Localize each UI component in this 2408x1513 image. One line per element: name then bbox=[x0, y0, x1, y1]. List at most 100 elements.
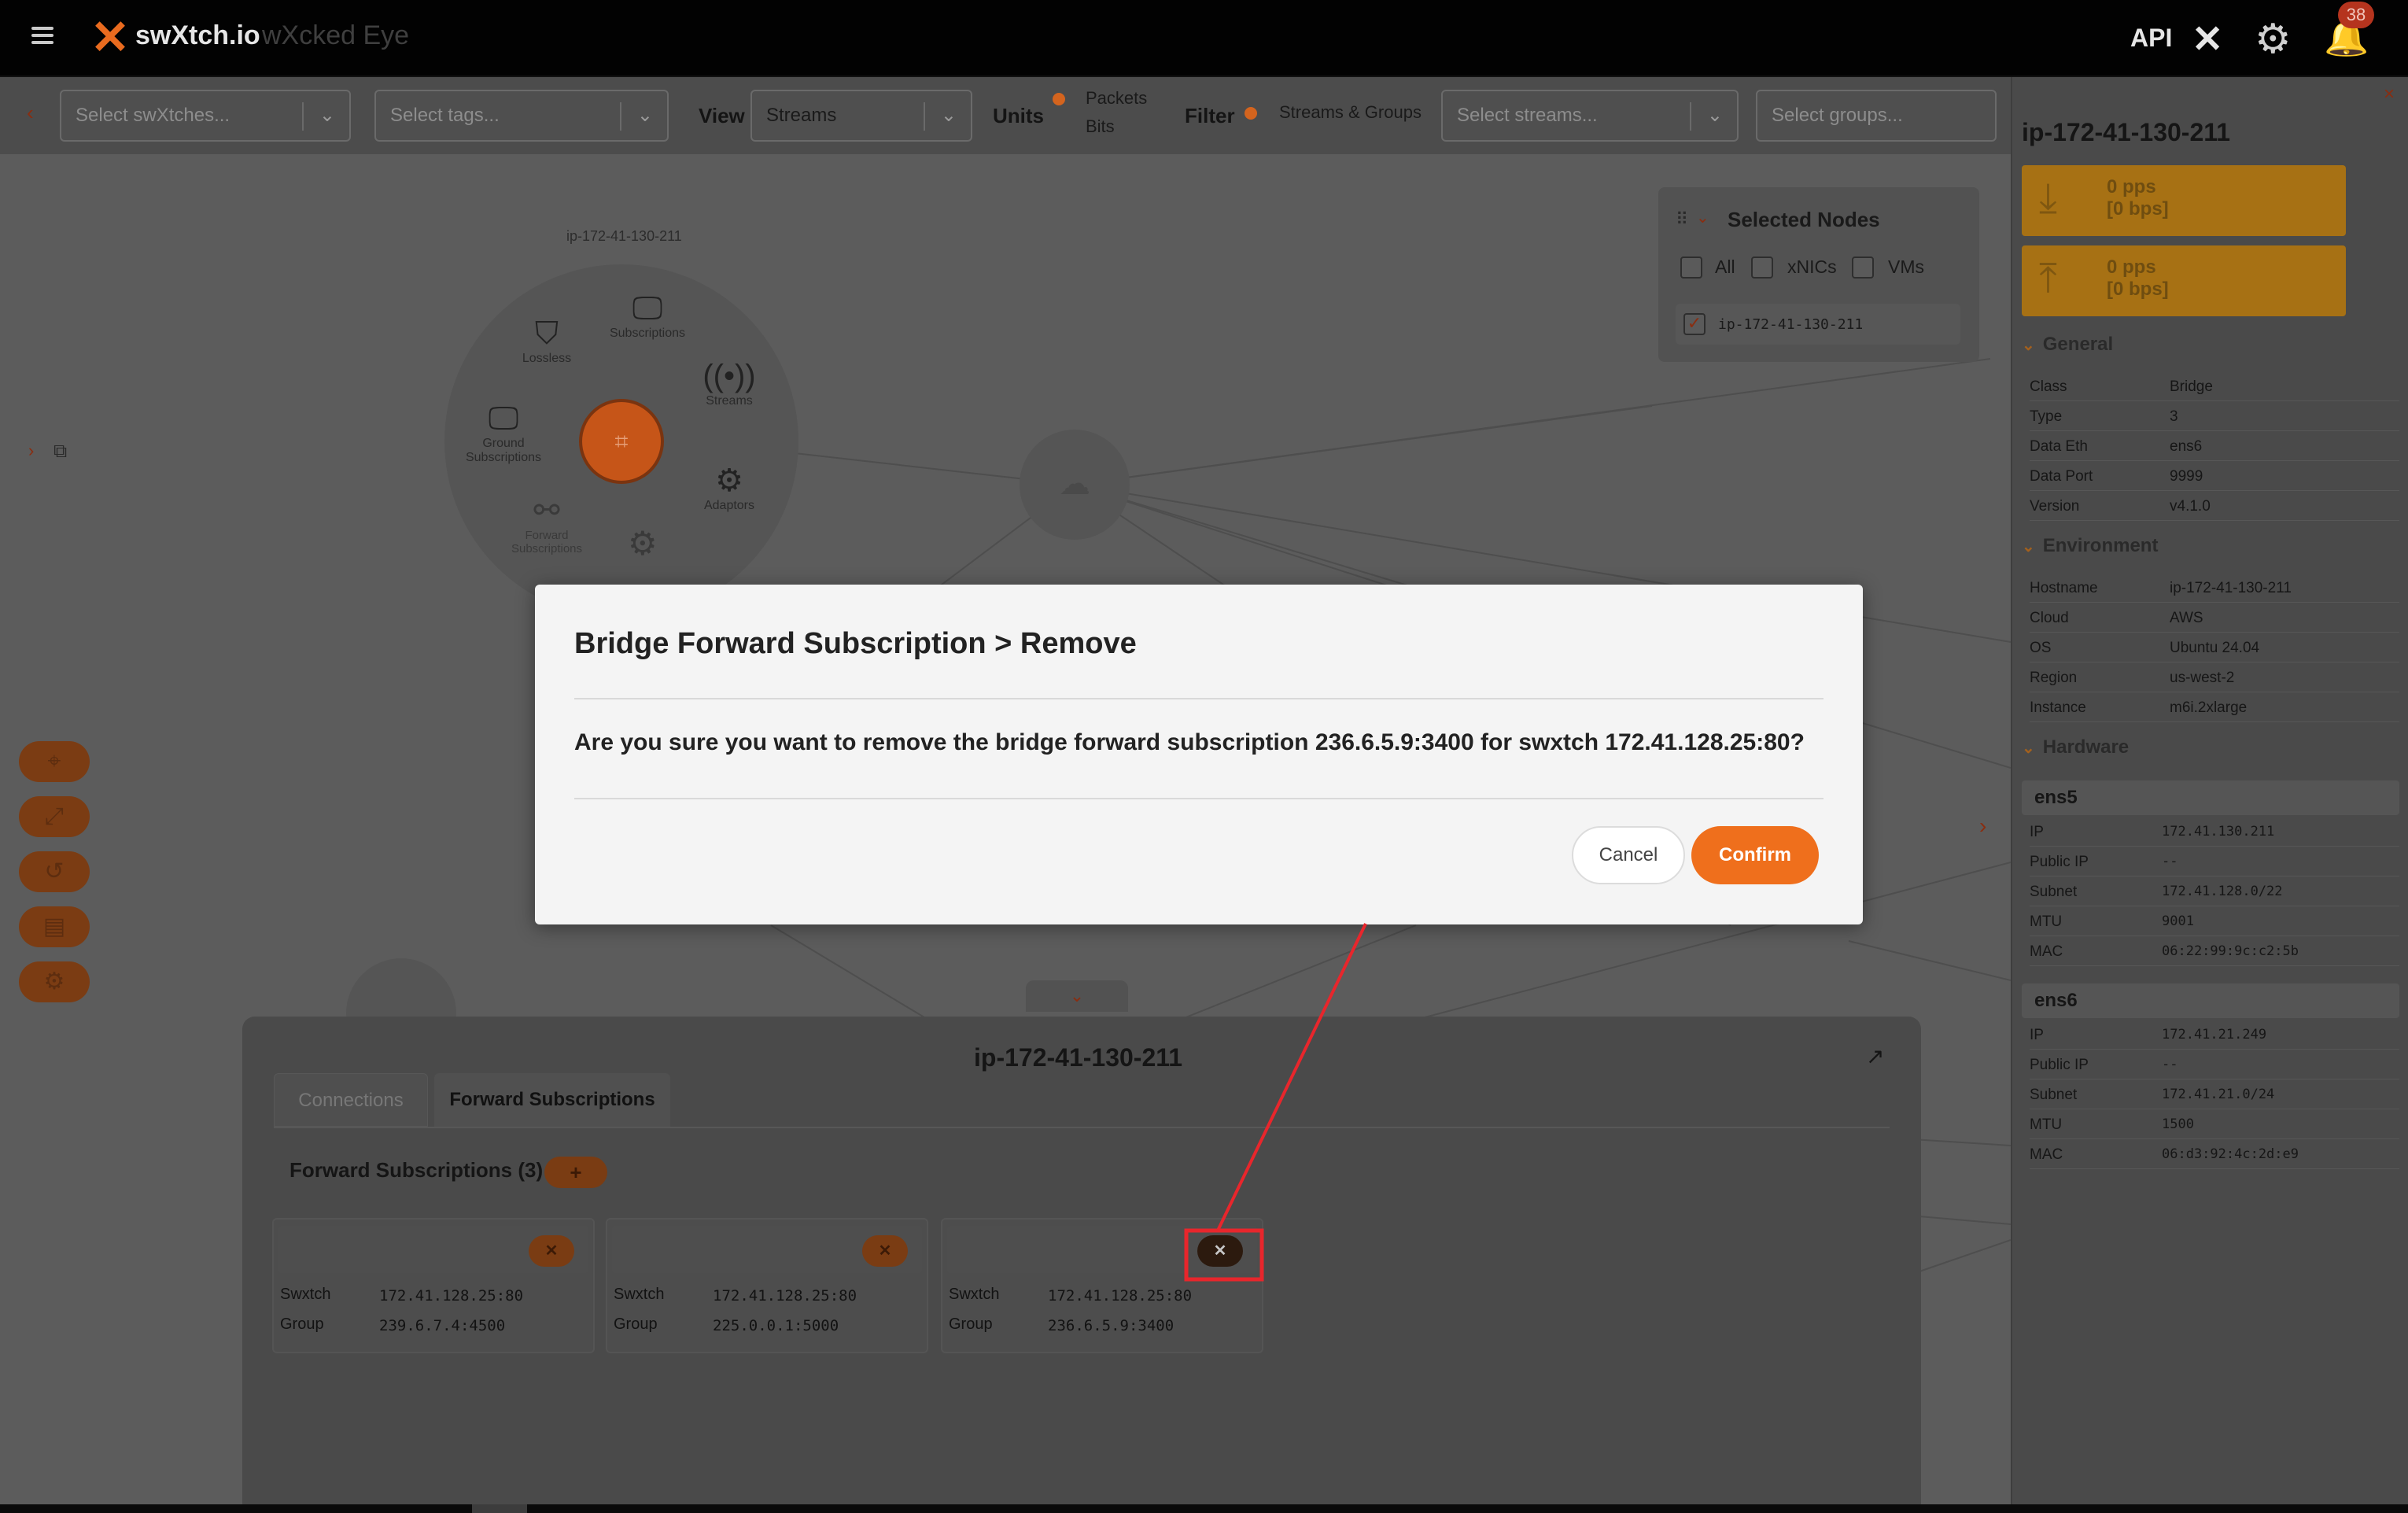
chevron-down-icon: ⌄ bbox=[319, 105, 335, 126]
radial-item-adaptors[interactable]: ⚙ Adaptors bbox=[686, 463, 773, 513]
interface-header-ens6: ens6 bbox=[2022, 983, 2399, 1018]
notes-button[interactable]: ▤ bbox=[19, 906, 90, 947]
card-swxtch-key: Swxtch bbox=[614, 1286, 665, 1303]
kv-value: 172.41.21.0/24 bbox=[2162, 1087, 2275, 1102]
radial-label-adaptors: Adaptors bbox=[703, 499, 755, 512]
kv-key: Subnet bbox=[2030, 1087, 2078, 1103]
swxtch-select[interactable]: Select swXtches... ⌄ bbox=[60, 90, 351, 142]
dialog-divider bbox=[574, 698, 1824, 699]
environment-section-header[interactable]: ⌄ Environment bbox=[2022, 535, 2158, 557]
units-option-packets[interactable]: Packets bbox=[1086, 88, 1147, 109]
target-button[interactable]: ⌖ bbox=[19, 741, 90, 782]
radial-item-lossless[interactable]: ⛉ Lossless bbox=[503, 316, 590, 366]
filter-toolbar: ‹ Select swXtches... ⌄ Select tags... ⌄ … bbox=[0, 77, 2011, 154]
remove-subscription-button[interactable]: ✕ bbox=[529, 1235, 574, 1267]
radial-label-streams: Streams bbox=[706, 394, 753, 408]
close-icon: ✕ bbox=[544, 1242, 559, 1260]
card-swxtch-value: 172.41.128.25:80 bbox=[1048, 1287, 1193, 1305]
radial-label-forward-subscriptions: Forward Subscriptions bbox=[511, 529, 583, 555]
rx-bps: [0 bps] bbox=[2107, 198, 2169, 220]
tab-connections[interactable]: Connections bbox=[274, 1073, 428, 1127]
kv-value: 172.41.128.0/22 bbox=[2162, 884, 2283, 899]
settings-gears-icon[interactable]: ⚙ bbox=[2255, 16, 2292, 63]
fit-view-button[interactable]: ⤢ bbox=[19, 796, 90, 837]
download-icon: ⤓ bbox=[2039, 175, 2057, 221]
drag-handle-icon[interactable]: ⠿ bbox=[1676, 209, 1688, 230]
document-icon: ▤ bbox=[42, 913, 66, 939]
groups-select-placeholder: Select groups... bbox=[1772, 105, 1903, 126]
chevron-down-icon: ⌄ bbox=[2022, 538, 2035, 555]
bottom-scroll-strip bbox=[0, 1504, 2408, 1513]
filter-checkbox-vms[interactable] bbox=[1852, 256, 1874, 279]
expand-right-icon[interactable]: › bbox=[1979, 814, 1986, 839]
units-radio-packets[interactable] bbox=[1053, 93, 1065, 105]
api-button[interactable]: API bbox=[2130, 24, 2172, 53]
selected-node-row[interactable]: ✓ ip-172-41-130-211 bbox=[1676, 304, 1960, 345]
card-group-key: Group bbox=[949, 1316, 993, 1333]
expand-panel-icon[interactable]: ↗ bbox=[1866, 1043, 1884, 1069]
kv-key: MTU bbox=[2030, 913, 2063, 930]
groups-select[interactable]: Select groups... bbox=[1756, 90, 1997, 142]
filter-checkbox-all[interactable] bbox=[1680, 256, 1702, 279]
rx-rate-box: ⤓ 0 pps [0 bps] bbox=[2022, 165, 2346, 236]
crosshair-icon: ⌖ bbox=[47, 748, 61, 774]
collapse-bottom-icon[interactable]: ⌄ bbox=[1026, 980, 1128, 1012]
radial-item-ground-subscriptions[interactable]: 🖵 Ground Subscriptions bbox=[456, 401, 551, 465]
filter-label-xnics: xNICs bbox=[1787, 256, 1837, 277]
broadcast-icon: ((•)) bbox=[702, 359, 756, 393]
copy-icon[interactable]: ⧉ bbox=[53, 441, 67, 463]
notification-badge: 38 bbox=[2338, 2, 2374, 28]
remove-subscription-button[interactable]: ✕ bbox=[862, 1235, 908, 1267]
chevron-down-icon: ⌄ bbox=[2022, 740, 2035, 757]
filter-checkbox-xnics[interactable] bbox=[1751, 256, 1773, 279]
xtch-icon[interactable]: ✕ bbox=[2192, 17, 2223, 61]
expand-icon: ⤢ bbox=[45, 803, 64, 829]
graph-node-label: ip-172-41-130-211 bbox=[566, 228, 682, 244]
kv-key: MTU bbox=[2030, 1116, 2063, 1133]
filter-radio[interactable] bbox=[1245, 107, 1257, 120]
adaptor-icon: ⚙ bbox=[715, 463, 743, 498]
streams-select[interactable]: Select streams... ⌄ bbox=[1441, 90, 1739, 142]
expand-side-icon[interactable]: › bbox=[28, 441, 34, 461]
kv-value: Bridge bbox=[2170, 378, 2213, 395]
svg-text:⌗: ⌗ bbox=[615, 428, 629, 456]
tx-pps: 0 pps bbox=[2107, 256, 2156, 278]
kv-key: Cloud bbox=[2030, 610, 2069, 626]
filter-value[interactable]: Streams & Groups bbox=[1279, 102, 1422, 123]
hardware-section-label: Hardware bbox=[2042, 736, 2130, 758]
kv-value: -- bbox=[2162, 854, 2178, 869]
tags-select[interactable]: Select tags... ⌄ bbox=[374, 90, 669, 142]
units-option-bits[interactable]: Bits bbox=[1086, 116, 1115, 137]
swxtch-select-placeholder: Select swXtches... bbox=[76, 105, 230, 126]
kv-key: Public IP bbox=[2030, 854, 2089, 870]
reset-button[interactable]: ↺ bbox=[19, 851, 90, 892]
tab-forward-subscriptions[interactable]: Forward Subscriptions bbox=[434, 1073, 670, 1127]
add-forward-subscription-button[interactable]: + bbox=[544, 1157, 607, 1188]
kv-value: 1500 bbox=[2162, 1116, 2194, 1132]
view-select[interactable]: Streams ⌄ bbox=[750, 90, 972, 142]
remove-subscription-button-highlighted[interactable]: ✕ bbox=[1197, 1235, 1243, 1267]
kv-key: Public IP bbox=[2030, 1057, 2089, 1073]
hardware-section-header[interactable]: ⌄ Hardware bbox=[2022, 736, 2129, 758]
radial-item-streams[interactable]: ((•)) Streams bbox=[686, 359, 773, 408]
cancel-button[interactable]: Cancel bbox=[1572, 826, 1685, 884]
settings-button[interactable]: ⚙ bbox=[19, 961, 90, 1002]
radial-item-forward-subscriptions[interactable]: ⚯ Forward Subscriptions bbox=[503, 493, 590, 555]
scroll-thumb[interactable] bbox=[472, 1504, 527, 1513]
radial-settings-icon[interactable]: ⚙ bbox=[628, 524, 658, 563]
node-checkbox-checked[interactable]: ✓ bbox=[1683, 313, 1706, 335]
node-bottom-panel: ip-172-41-130-211 ↗ Connections Forward … bbox=[242, 1017, 1921, 1513]
menu-icon[interactable] bbox=[31, 27, 53, 44]
monitor-plus-icon: 🖵 bbox=[632, 291, 663, 326]
kv-key: Class bbox=[2030, 378, 2067, 395]
kv-value: 172.41.21.249 bbox=[2162, 1027, 2267, 1042]
chevron-down-icon[interactable]: ⌄ bbox=[1696, 208, 1709, 227]
radial-item-subscriptions[interactable]: 🖵 Subscriptions bbox=[604, 291, 691, 341]
forward-subscription-card: ✕ Swxtch 172.41.128.25:80 Group 239.6.7.… bbox=[272, 1218, 595, 1353]
undo-icon: ↺ bbox=[44, 858, 65, 884]
general-section-header[interactable]: ⌄ General bbox=[2022, 334, 2113, 356]
confirm-button[interactable]: Confirm bbox=[1691, 826, 1819, 884]
close-icon[interactable]: × bbox=[2384, 83, 2395, 105]
collapse-left-icon[interactable]: ‹ bbox=[27, 101, 34, 125]
selected-nodes-title: Selected Nodes bbox=[1728, 208, 1880, 231]
